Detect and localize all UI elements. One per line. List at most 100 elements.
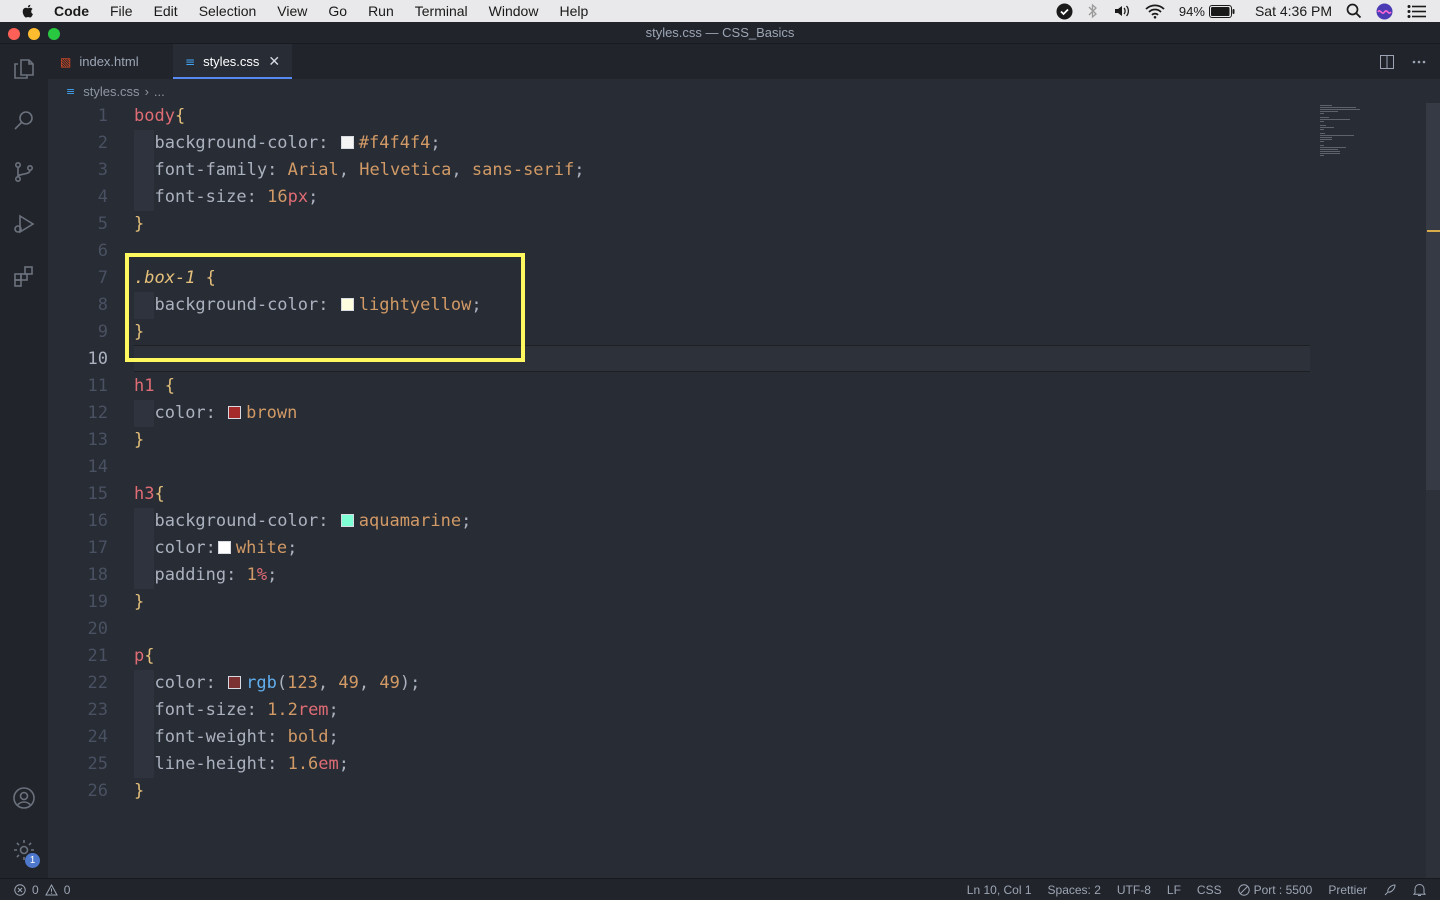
siri-icon[interactable] [1376, 3, 1393, 20]
code-line[interactable]: color: rgb(123, 49, 49); [134, 670, 420, 697]
minimap-row [1320, 133, 1325, 134]
code-line[interactable]: font-size: 1.2rem; [134, 697, 338, 724]
minimap-row [1320, 121, 1324, 122]
code-line[interactable]: h3{ [134, 481, 165, 508]
minimap[interactable] [1310, 103, 1426, 878]
extensions-button[interactable] [0, 252, 48, 300]
line-number: 26 [87, 781, 108, 801]
vertical-scrollbar[interactable] [1426, 103, 1440, 878]
color-swatch[interactable] [228, 676, 242, 689]
code-editor[interactable]: 1 2 3 4 5 6 7 8 9 10 11 12 13 14 15 16 1… [48, 103, 1426, 878]
menu-edit[interactable]: Edit [154, 0, 178, 22]
menu-app-name[interactable]: Code [54, 0, 89, 22]
settings-update-badge: 1 [25, 853, 40, 868]
cursor-position[interactable]: Ln 10, Col 1 [967, 883, 1032, 897]
minimap-row [1320, 113, 1324, 114]
minimap-row [1320, 151, 1340, 152]
source-control-button[interactable] [0, 148, 48, 196]
minimap-row [1320, 145, 1324, 146]
feedback-icon[interactable] [1383, 883, 1397, 897]
source-control-icon [14, 161, 34, 182]
run-debug-button[interactable] [0, 200, 48, 248]
code-line[interactable]: padding: 1%; [134, 562, 277, 589]
line-number: 15 [87, 484, 108, 504]
tab-label: styles.css [203, 54, 260, 69]
code-line[interactable]: p{ [134, 643, 155, 670]
search-button[interactable] [0, 96, 48, 144]
live-server-port[interactable]: Port : 5500 [1237, 883, 1312, 897]
battery-percent: 94% [1178, 3, 1205, 19]
warning-count: 0 [63, 882, 71, 897]
color-swatch[interactable] [340, 136, 354, 149]
wifi-icon[interactable] [1145, 3, 1165, 19]
menubar-clock[interactable]: Sat 4:36 PM [1255, 3, 1332, 19]
menu-selection[interactable]: Selection [199, 0, 257, 22]
line-number: 10 [87, 349, 108, 369]
tab-label: index.html [79, 54, 139, 69]
line-number: 16 [87, 511, 108, 531]
explorer-button[interactable] [0, 45, 48, 93]
more-actions-icon[interactable] [1412, 60, 1426, 64]
breadcrumb-file[interactable]: styles.css [83, 84, 139, 99]
live-server-icon [1237, 883, 1250, 896]
line-number: 24 [87, 727, 108, 747]
code-line[interactable]: body{ [134, 103, 185, 130]
warning-icon [44, 883, 58, 895]
menu-go[interactable]: Go [328, 0, 347, 22]
file-encoding[interactable]: UTF-8 [1117, 883, 1151, 897]
tab-styles-css[interactable]: ≡ styles.css ✕ [173, 44, 292, 79]
spotlight-search-icon[interactable] [1346, 3, 1362, 19]
menu-view[interactable]: View [277, 0, 307, 22]
minimap-row [1320, 117, 1329, 118]
minimap-row [1320, 119, 1350, 120]
menu-terminal[interactable]: Terminal [415, 0, 468, 22]
volume-icon[interactable] [1113, 3, 1131, 19]
code-line[interactable]: font-weight: bold; [134, 724, 338, 751]
minimap-row [1320, 107, 1356, 108]
scrollbar-thumb[interactable] [1426, 103, 1440, 490]
line-number: 19 [87, 592, 108, 612]
code-line[interactable]: font-family: Arial, Helvetica, sans-seri… [134, 157, 584, 184]
notification-center-icon[interactable] [1407, 4, 1426, 19]
code-line[interactable]: } [134, 589, 144, 616]
color-swatch[interactable] [217, 541, 231, 554]
menu-window[interactable]: Window [489, 0, 539, 22]
problems-indicator[interactable]: 0 0 [14, 883, 70, 897]
code-line[interactable]: } [134, 427, 144, 454]
end-of-line[interactable]: LF [1167, 883, 1181, 897]
code-line[interactable]: } [134, 778, 144, 805]
line-number: 4 [97, 187, 108, 207]
split-editor-icon[interactable] [1380, 54, 1394, 69]
code-line[interactable]: line-height: 1.6em; [134, 751, 349, 778]
scrollbar-cursor-marker [1427, 230, 1440, 232]
menu-run[interactable]: Run [368, 0, 394, 22]
code-line[interactable]: font-size: 16px; [134, 184, 318, 211]
code-line[interactable]: } [134, 211, 144, 238]
code-line[interactable]: color: brown [134, 400, 297, 427]
line-number: 11 [87, 376, 108, 396]
apple-logo-icon[interactable] [20, 3, 36, 19]
notification-bell-icon[interactable] [1413, 883, 1426, 897]
color-swatch[interactable] [228, 406, 242, 419]
code-line[interactable]: background-color: aquamarine; [134, 508, 471, 535]
color-swatch[interactable] [340, 514, 354, 527]
activity-bar: 1 [0, 44, 48, 878]
checkmark-status-icon[interactable] [1056, 3, 1073, 20]
indentation-setting[interactable]: Spaces: 2 [1048, 883, 1101, 897]
close-tab-icon[interactable]: ✕ [268, 53, 280, 70]
prettier-formatter[interactable]: Prettier [1328, 883, 1367, 897]
manage-settings-button[interactable]: 1 [0, 826, 48, 874]
tab-index-html[interactable]: ▧ index.html [48, 44, 168, 79]
minimap-row [1320, 153, 1340, 154]
battery-icon[interactable] [1208, 4, 1235, 18]
accounts-button[interactable] [0, 774, 48, 822]
menu-file[interactable]: File [110, 0, 133, 22]
menu-help[interactable]: Help [559, 0, 588, 22]
code-line[interactable]: color: white; [134, 535, 297, 562]
language-mode[interactable]: CSS [1197, 883, 1222, 897]
breadcrumb: ≡ styles.css › ... [48, 79, 1440, 103]
breadcrumb-more[interactable]: ... [154, 84, 165, 99]
code-line[interactable]: background-color: #f4f4f4; [134, 130, 440, 157]
bluetooth-icon[interactable] [1087, 3, 1099, 19]
code-line[interactable]: h1 { [134, 373, 175, 400]
